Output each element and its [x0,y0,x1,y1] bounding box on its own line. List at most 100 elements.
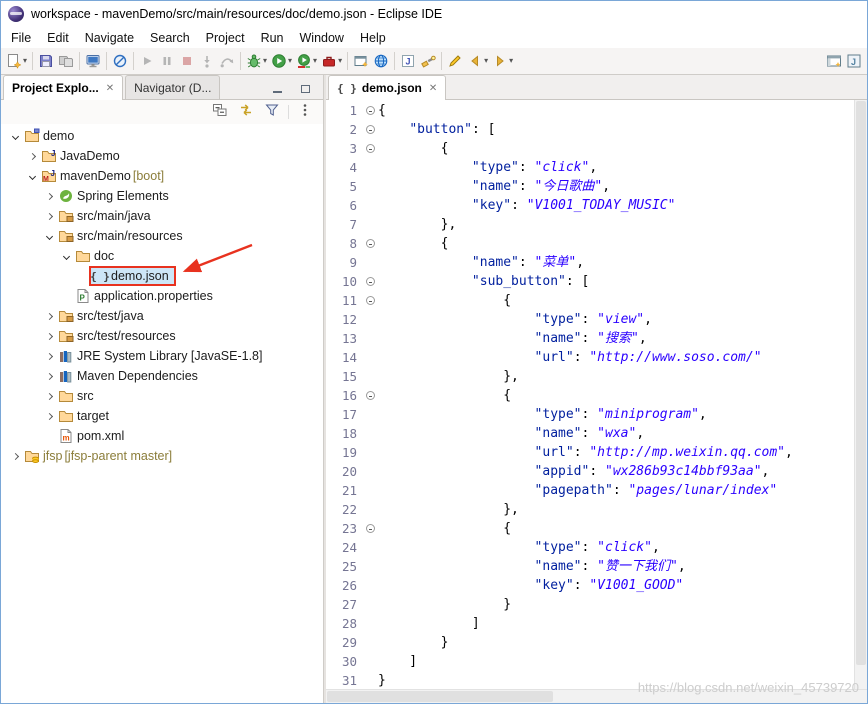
code-line-13[interactable]: 13 "name": "搜索", [326,329,854,348]
code-line-11[interactable]: 11 { [326,291,854,310]
menu-search[interactable]: Search [142,29,198,47]
code-line-1[interactable]: 1{ [326,101,854,120]
java-perspective-button[interactable]: J [844,50,864,73]
tree-collapsed-arrow-icon[interactable] [41,312,57,320]
coverage-button[interactable]: ▾ [294,50,319,73]
tree-item-spring-elements[interactable]: Spring Elements [1,186,323,206]
tree-expanded-arrow-icon[interactable] [41,232,57,240]
editor-tab-demo-json[interactable]: { } demo.json ✕ [328,75,447,100]
tree-collapsed-arrow-icon[interactable] [41,352,57,360]
open-type-button[interactable]: J [398,50,418,73]
filter-button[interactable] [262,102,282,122]
dropdown-arrow-icon[interactable]: ▾ [484,57,488,65]
code-line-23[interactable]: 23 { [326,519,854,538]
menu-navigate[interactable]: Navigate [77,29,142,47]
external-tools-button[interactable]: ▾ [319,50,344,73]
fold-marker-icon[interactable] [362,519,378,538]
menu-help[interactable]: Help [352,29,394,47]
code-line-24[interactable]: 24 "type": "click", [326,538,854,557]
fold-marker-icon[interactable] [362,291,378,310]
fold-marker-icon[interactable] [362,386,378,405]
link-with-editor-button[interactable] [236,102,256,122]
tree-item-demo-json[interactable]: { } demo.json [1,266,323,286]
tree-collapsed-arrow-icon[interactable] [41,412,57,420]
menu-window[interactable]: Window [292,29,352,47]
dropdown-arrow-icon[interactable]: ▾ [338,57,342,65]
tree-expanded-arrow-icon[interactable] [58,252,74,260]
minimize-button[interactable] [267,79,287,99]
code-line-27[interactable]: 27 } [326,595,854,614]
menu-project[interactable]: Project [198,29,253,47]
dropdown-arrow-icon[interactable]: ▾ [263,57,267,65]
save-all-button[interactable] [56,50,76,73]
fold-marker-icon[interactable] [362,234,378,253]
code-line-26[interactable]: 26 "key": "V1001_GOOD" [326,576,854,595]
hscroll-thumb[interactable] [327,691,554,702]
tree-item-javademo[interactable]: J JavaDemo [1,146,323,166]
suspend-button[interactable] [157,50,177,73]
debug-button[interactable]: ▾ [244,50,269,73]
code-line-15[interactable]: 15 }, [326,367,854,386]
code-line-2[interactable]: 2 "button": [ [326,120,854,139]
view-menu-button[interactable] [295,102,315,122]
editor-code[interactable]: 1{2 "button": [3 {4 "type": "click", 5 "n… [326,100,854,689]
code-line-28[interactable]: 28 ] [326,614,854,633]
open-perspective-button[interactable] [824,50,844,73]
collapse-all-button[interactable] [210,102,230,122]
code-line-10[interactable]: 10 "sub_button": [ [326,272,854,291]
close-icon[interactable]: ✕ [427,83,437,94]
tree-collapsed-arrow-icon[interactable] [41,392,57,400]
tree-collapsed-arrow-icon[interactable] [7,452,23,460]
view-tab-navigator-d[interactable]: Navigator (D... [125,75,221,99]
tree-item-src[interactable]: src [1,386,323,406]
tree-item-mavendemo[interactable]: J MmavenDemo [boot] [1,166,323,186]
tree-item-src-test-resources[interactable]: src/test/resources [1,326,323,346]
code-line-29[interactable]: 29 } [326,633,854,652]
code-line-7[interactable]: 7 }, [326,215,854,234]
code-line-25[interactable]: 25 "name": "赞一下我们", [326,557,854,576]
code-line-17[interactable]: 17 "type": "miniprogram", [326,405,854,424]
code-line-6[interactable]: 6 "key": "V1001_TODAY_MUSIC" [326,196,854,215]
tree-item-jfsp[interactable]: jfsp [jfsp-parent master] [1,446,323,466]
new-button[interactable]: ▾ [4,50,29,73]
skip-all-breakpoints-button[interactable] [110,50,130,73]
code-line-8[interactable]: 8 { [326,234,854,253]
tree-item-doc[interactable]: doc [1,246,323,266]
terminate-button[interactable] [177,50,197,73]
fold-marker-icon[interactable] [362,120,378,139]
code-line-16[interactable]: 16 { [326,386,854,405]
menu-run[interactable]: Run [253,29,292,47]
tree-item-application-properties[interactable]: Papplication.properties [1,286,323,306]
fold-marker-icon[interactable] [362,101,378,120]
menu-edit[interactable]: Edit [39,29,77,47]
new-web-project-button[interactable] [371,50,391,73]
print-console-button[interactable] [83,50,103,73]
fold-marker-icon[interactable] [362,272,378,291]
menu-file[interactable]: File [3,29,39,47]
tree-item-maven-dependencies[interactable]: Maven Dependencies [1,366,323,386]
code-line-4[interactable]: 4 "type": "click", [326,158,854,177]
run-button[interactable]: ▾ [269,50,294,73]
dropdown-arrow-icon[interactable]: ▾ [288,57,292,65]
tree-collapsed-arrow-icon[interactable] [41,192,57,200]
step-over-button[interactable] [217,50,237,73]
tree-item-pom-xml[interactable]: m pom.xml [1,426,323,446]
tree-collapsed-arrow-icon[interactable] [24,152,40,160]
tree-item-demo[interactable]: demo [1,126,323,146]
tree-item-src-main-java[interactable]: src/main/java [1,206,323,226]
code-line-12[interactable]: 12 "type": "view", [326,310,854,329]
code-line-3[interactable]: 3 { [326,139,854,158]
new-java-project-button[interactable] [351,50,371,73]
search-button[interactable] [418,50,438,73]
tree-expanded-arrow-icon[interactable] [7,132,23,140]
step-into-button[interactable] [197,50,217,73]
code-line-22[interactable]: 22 }, [326,500,854,519]
tree-item-src-main-resources[interactable]: src/main/resources [1,226,323,246]
dropdown-arrow-icon[interactable]: ▾ [313,57,317,65]
close-icon[interactable]: ✕ [104,83,114,94]
tree-item-jre-system-library-javase-1-8[interactable]: JRE System Library [JavaSE-1.8] [1,346,323,366]
resume-button[interactable] [137,50,157,73]
code-line-14[interactable]: 14 "url": "http://www.soso.com/" [326,348,854,367]
last-edit-location-button[interactable] [445,50,465,73]
dropdown-arrow-icon[interactable]: ▾ [509,57,513,65]
